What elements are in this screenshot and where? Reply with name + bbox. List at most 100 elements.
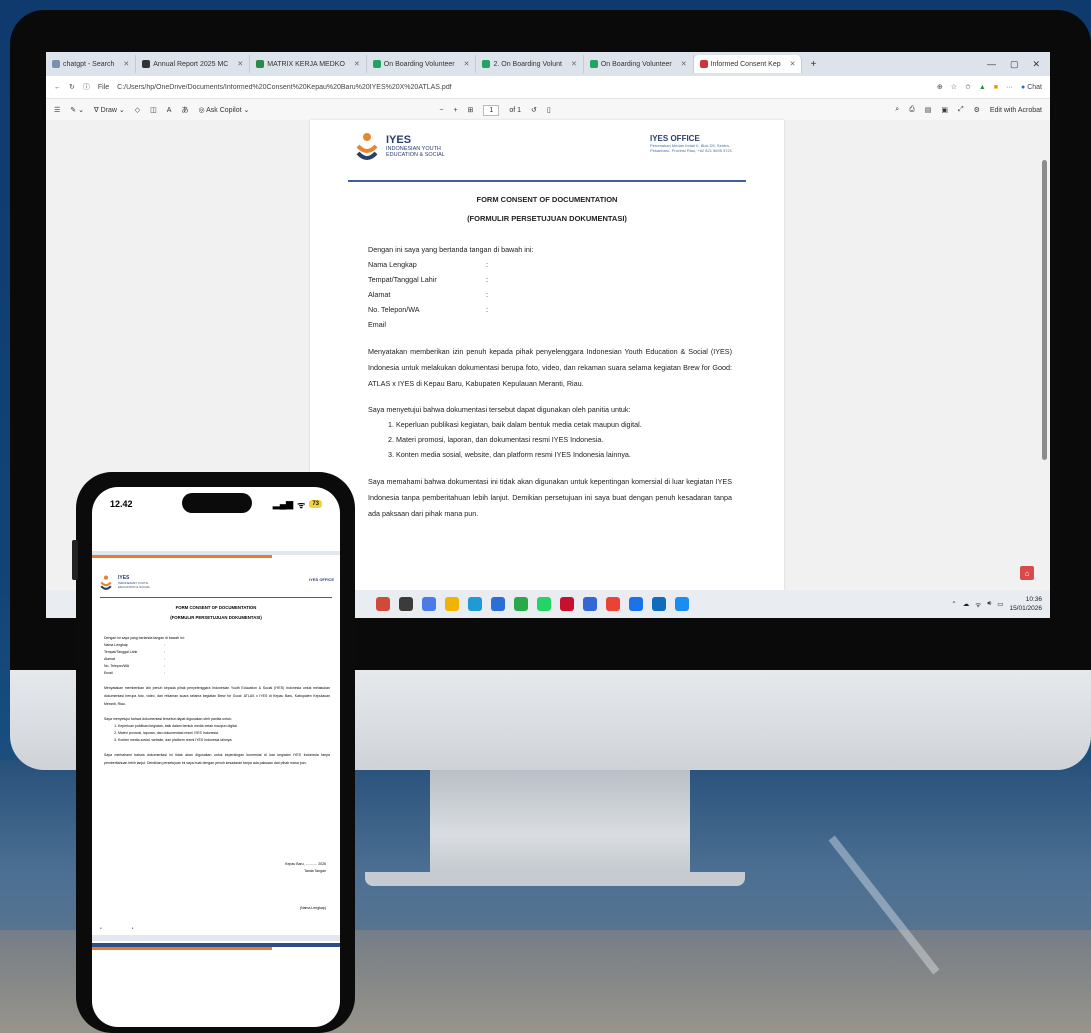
read-aloud-icon[interactable]: A [167,107,172,114]
address-actions: ⊕ ☆ ✩ ▲ ■ ··· ● Chat [937,83,1042,92]
whatsapp-icon[interactable] [537,597,551,611]
minimize-icon[interactable]: — [987,59,996,70]
more-icon[interactable]: ··· [1006,84,1013,91]
fit-page-icon[interactable]: ⊞ [468,106,474,114]
highlight-icon[interactable]: ✎ ⌄ [70,106,84,114]
eraser-icon[interactable]: ◇ [135,106,140,114]
app-icon[interactable] [399,597,413,611]
mail-icon: ● [100,926,102,930]
refresh-icon[interactable]: ↻ [69,83,75,91]
url-field[interactable]: C:/Users/hp/OneDrive/Documents/Informed%… [117,84,929,91]
app-icon[interactable] [422,597,436,611]
doc-top-accent [92,555,272,558]
new-tab-icon[interactable]: + [802,59,824,70]
save-as-icon[interactable]: ▣ [941,106,948,114]
zoom-icon[interactable]: ⊕ [937,83,943,91]
close-icon[interactable]: ✕ [464,60,470,68]
folder-icon[interactable] [445,597,459,611]
acrobat-icon[interactable]: ⌂ [1020,566,1034,580]
zoom-out-icon[interactable]: − [439,107,443,114]
phone-document: IYES INDONESIAN YOUTH EDUCATION & SOCIAL I… [92,551,340,971]
contents-icon[interactable]: ☰ [54,106,60,114]
system-tray: ⌃ ☁ ᯤ 🔊︎ ▭ 10:36 15/01/2026 [951,595,1050,613]
monitor-stand-neck [430,770,690,878]
spotify-icon[interactable] [514,597,528,611]
wifi-icon[interactable]: ᯤ [975,600,981,609]
close-icon[interactable]: ✕ [571,60,577,68]
ask-copilot-button[interactable]: ◎ Ask Copilot ⌄ [198,106,249,114]
maximize-icon[interactable]: ▢ [1010,59,1019,70]
app-icon[interactable] [560,597,574,611]
translate-icon[interactable]: あ [181,105,188,115]
copilot-chat-button[interactable]: ● Chat [1021,84,1042,91]
favorites-bar-icon[interactable]: ✩ [965,83,971,91]
scrollbar[interactable] [1042,160,1047,460]
settings-icon[interactable]: ⚙ [974,106,980,114]
tab-annual-report[interactable]: Annual Report 2025 MC ✕ [136,55,251,73]
fullscreen-icon[interactable]: ⤢ [958,106,964,114]
tab-favicon [372,60,381,68]
address-bar: ← ↻ ⓘ File C:/Users/hp/OneDrive/Document… [46,76,1050,99]
search-icon[interactable]: ⌕ [895,106,899,114]
tab-matrix-kerja[interactable]: MATRIX KERJA MEDKO ✕ [250,55,367,73]
iyes-logo-icon [100,575,112,590]
zoom-in-icon[interactable]: + [453,107,457,114]
chrome-icon[interactable] [606,597,620,611]
doc-footer-band [92,935,340,941]
extension-icon[interactable]: ▲ [979,84,986,91]
header-divider [348,180,746,182]
app-icon[interactable] [652,597,666,611]
clock-date: 15/01/2026 [1009,605,1042,612]
usage-list: Keperluan publikasi kegiatan, baik dalam… [368,417,732,462]
chevron-up-icon[interactable]: ⌃ [951,600,956,608]
tab-onboarding-1[interactable]: On Boarding Volunteer ✕ [367,55,477,73]
closing-paragraph: Saya memahami bahwa dokumentasi ini tida… [104,753,330,765]
page-view-icon[interactable]: ▯ [547,106,551,114]
list-item: Materi promosi, laporan, dan dokumentasi… [396,432,732,447]
document-title: FORM CONSENT OF DOCUMENTATION (FORMULIR … [310,190,784,228]
close-window-icon[interactable]: ✕ [1032,59,1040,70]
close-icon[interactable]: ✕ [354,60,360,68]
close-icon[interactable]: ✕ [790,60,796,68]
favorite-icon[interactable]: ☆ [951,83,957,91]
list-item: Keperluan publikasi kegiatan, baik dalam… [396,417,732,432]
phone-logo-text: IYES INDONESIAN YOUTH EDUCATION & SOCIAL [118,575,151,589]
tab-informed-consent[interactable]: Informed Consent Kep ✕ [693,55,803,73]
app-icon[interactable] [583,597,597,611]
volume-icon[interactable]: 🔊︎ [987,600,991,608]
back-icon[interactable]: ← [54,84,61,91]
page-number-input[interactable]: 1 [483,104,500,116]
phone-document-body: Dengan ini saya yang bertanda tangan di … [104,635,330,767]
title-en: FORM CONSENT OF DOCUMENTATION [476,195,618,204]
edit-with-acrobat-button[interactable]: Edit with Acrobat [990,107,1042,114]
print-icon[interactable]: ⎙ [909,106,915,114]
cloud-icon[interactable]: ☁ [963,600,970,608]
logo-text: IYES INDONESIAN YOUTH EDUCATION & SOCIAL [386,134,445,158]
app-icon[interactable] [376,597,390,611]
draw-button[interactable]: ∇ Draw ⌄ [94,106,125,114]
clock[interactable]: 10:36 15/01/2026 [1009,595,1042,613]
logo-name: IYES [386,134,412,146]
battery-indicator: 73 [309,500,322,508]
app-icon[interactable] [629,597,643,611]
tab-onboarding-2[interactable]: 2. On Boarding Volunt ✕ [476,55,584,73]
globe-icon[interactable] [675,597,689,611]
battery-icon[interactable]: ▭ [997,600,1003,608]
edge-icon[interactable] [468,597,482,611]
doc-footer-accent [92,947,272,950]
close-icon[interactable]: ✕ [123,60,129,68]
close-icon[interactable]: ✕ [681,60,687,68]
field-row: Alamat: [104,657,165,661]
app-icon[interactable] [491,597,505,611]
tab-chatgpt-search[interactable]: chatgpt - Search ✕ [46,55,137,73]
rotate-icon[interactable]: ↺ [531,106,537,114]
close-icon[interactable]: ✕ [237,60,243,68]
view-icon[interactable]: ◫ [150,106,157,114]
copilot-icon: ◎ [198,107,205,114]
save-icon[interactable]: ▤ [925,106,932,114]
page-controls: − + ⊞ 1 of 1 ↺ ▯ [439,104,551,116]
profile-icon[interactable]: ■ [994,84,998,91]
phone-document-title: FORM CONSENT OF DOCUMENTATION (FORMULIR … [170,605,262,620]
tab-onboarding-3[interactable]: On Boarding Volunteer ✕ [584,55,694,73]
info-icon[interactable]: ⓘ [83,82,90,92]
